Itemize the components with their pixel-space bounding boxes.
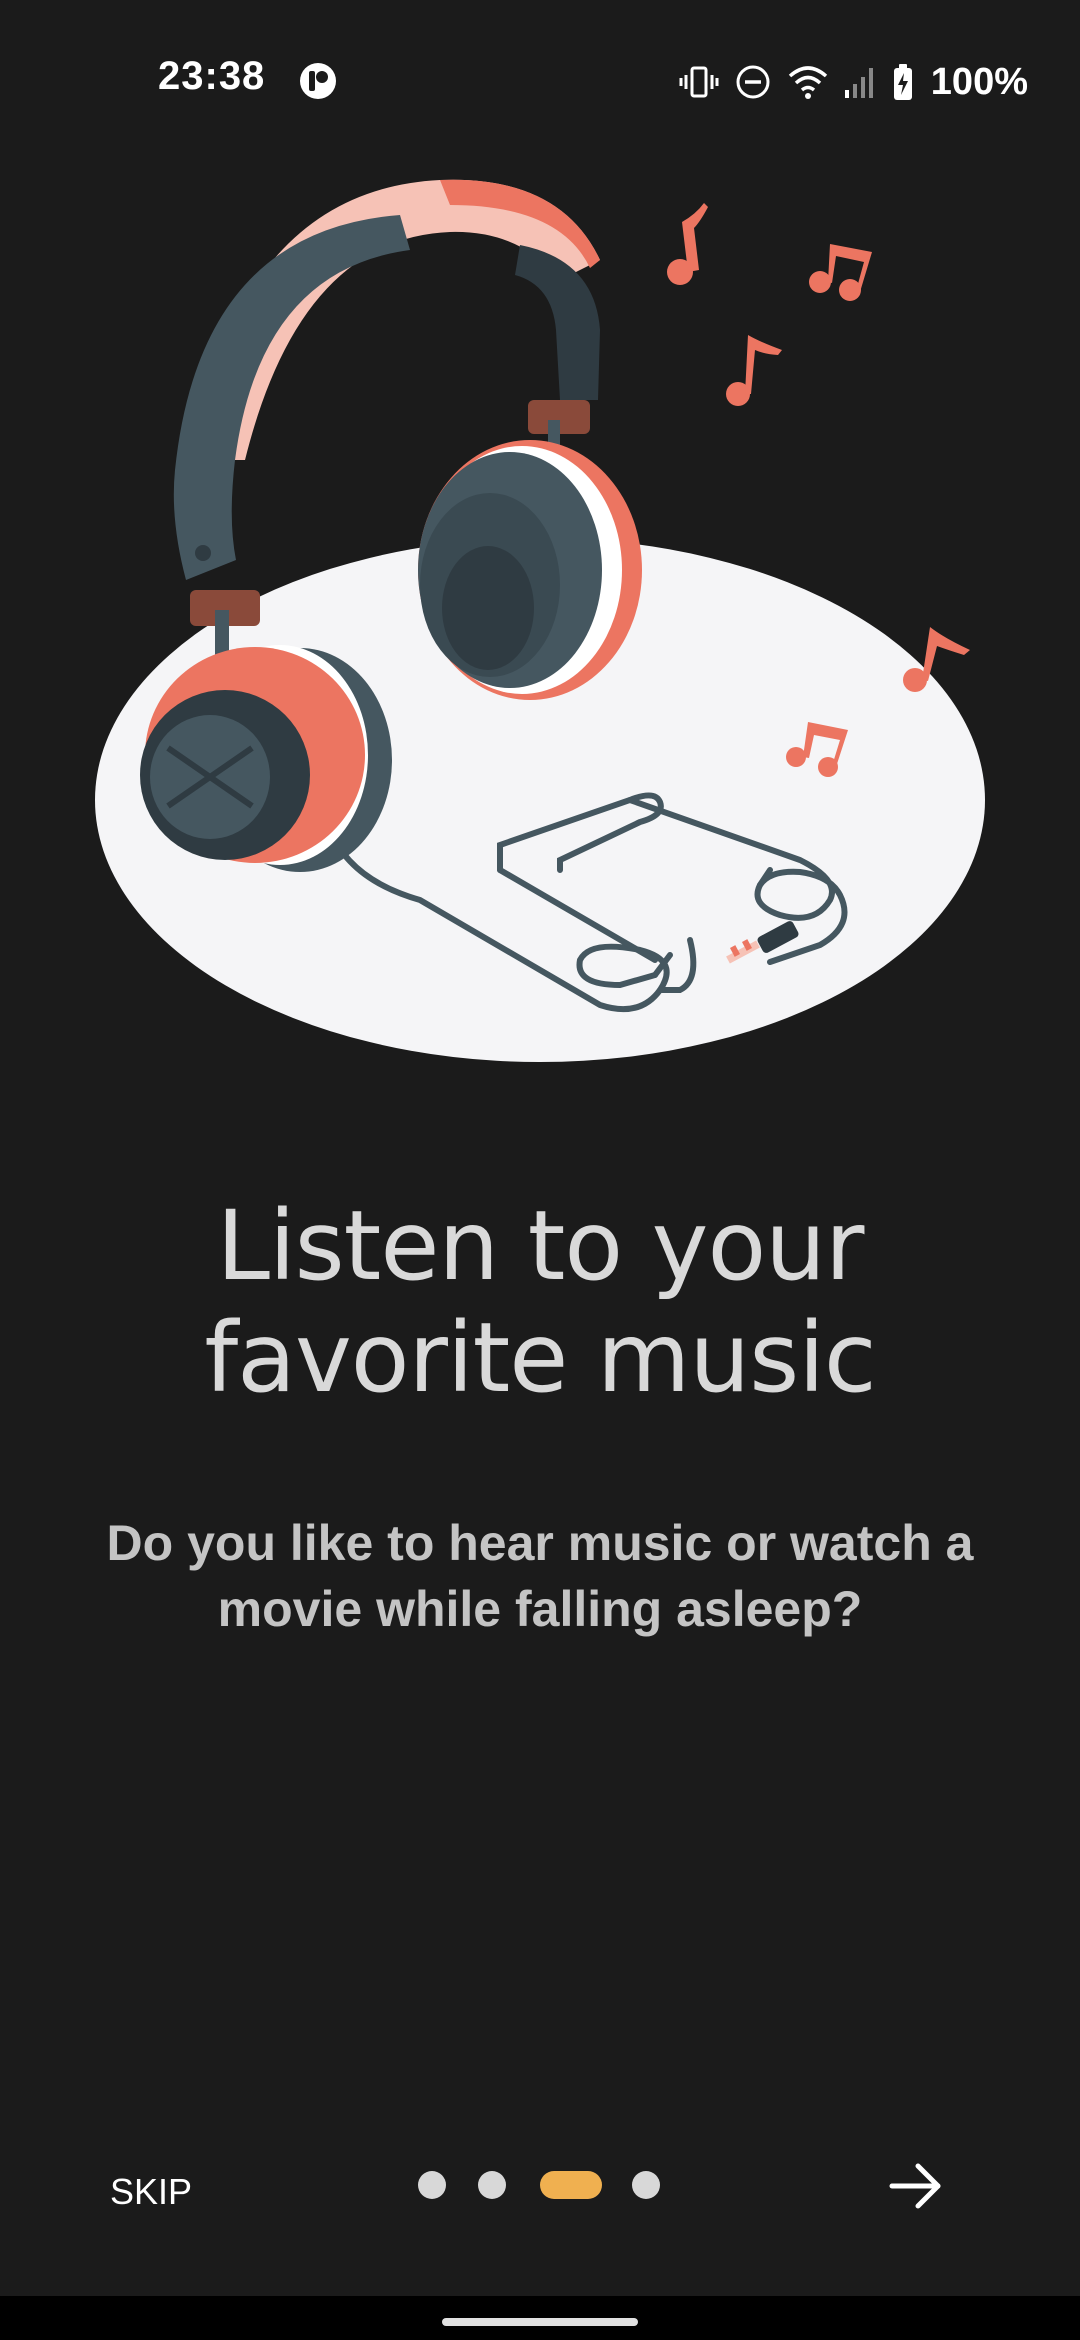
page-dot-4[interactable] xyxy=(632,2171,660,2199)
battery-percent: 100% xyxy=(930,60,1028,103)
app-notification-icon xyxy=(299,62,337,100)
battery-charging-icon xyxy=(891,62,915,102)
onboarding-screen: 23:38 100% Listen to your favorite music… xyxy=(0,0,1080,2340)
page-dot-1[interactable] xyxy=(418,2171,446,2199)
right-earcup xyxy=(418,400,642,700)
cellular-signal-icon xyxy=(843,62,877,102)
status-icons: 100% xyxy=(679,58,1028,106)
skip-button[interactable]: SKIP xyxy=(110,2160,220,2224)
home-indicator[interactable] xyxy=(442,2318,638,2326)
headphones-illustration xyxy=(0,160,1080,1080)
status-time: 23:38 xyxy=(158,54,266,98)
arrow-right-icon xyxy=(889,2163,941,2209)
status-bar: 23:38 100% xyxy=(0,0,1080,160)
page-dot-2[interactable] xyxy=(478,2171,506,2199)
next-button[interactable] xyxy=(880,2150,952,2222)
do-not-disturb-icon xyxy=(733,62,773,102)
vibrate-icon xyxy=(679,62,719,102)
wifi-icon xyxy=(787,62,829,102)
page-dot-3-active[interactable] xyxy=(540,2171,602,2199)
page-indicator xyxy=(418,2170,668,2200)
onboarding-description: Do you like to hear music or watch a mov… xyxy=(106,1515,974,1637)
onboarding-title: Listen to your favorite music xyxy=(204,1190,876,1414)
